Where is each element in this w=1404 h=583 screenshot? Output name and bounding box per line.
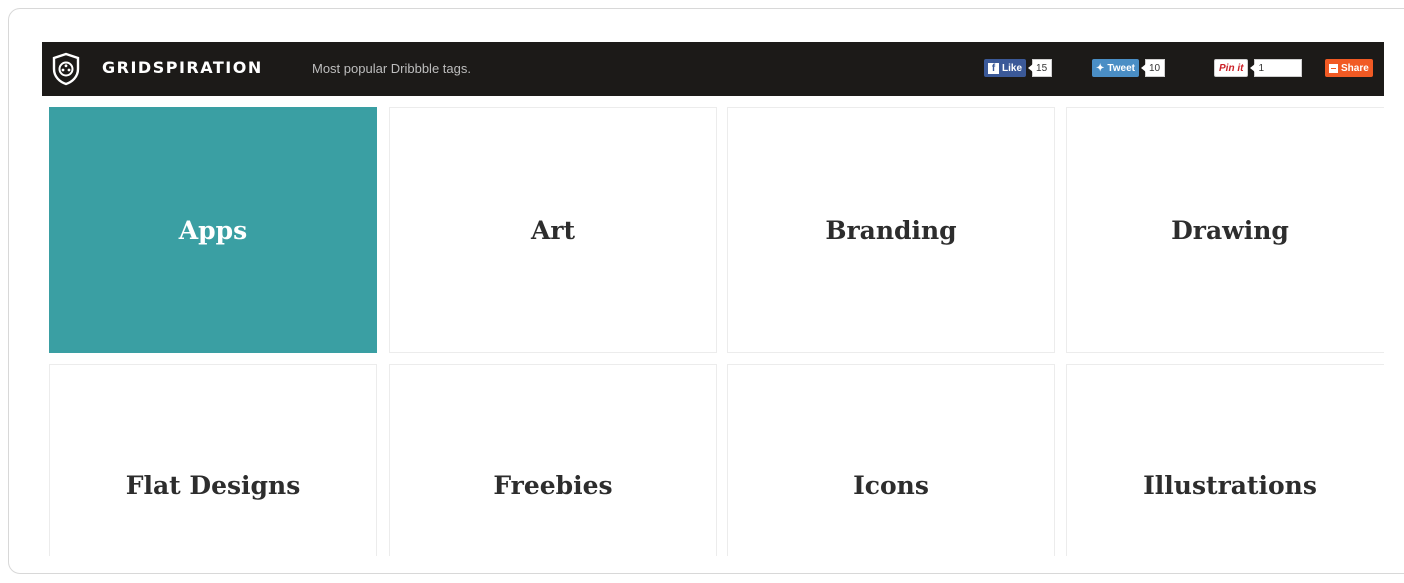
tagline: Most popular Dribbble tags.	[312, 61, 471, 76]
facebook-like-widget[interactable]: f Like 15	[984, 58, 1053, 78]
twitter-bird-icon: ✦	[1096, 62, 1105, 74]
share-button[interactable]: Share	[1325, 59, 1373, 77]
brand-title[interactable]: GRIDSPIRATION	[102, 58, 263, 77]
tag-tile-freebies[interactable]: Freebies	[389, 364, 717, 556]
tag-grid: Apps Art Branding Drawing Flat Designs F…	[42, 96, 1384, 556]
tweet-label: Tweet	[1107, 62, 1135, 74]
tag-tile-art[interactable]: Art	[389, 107, 717, 353]
tag-label: Flat Designs	[125, 471, 301, 500]
tag-label: Drawing	[1171, 215, 1289, 245]
twitter-tweet-widget[interactable]: ✦ Tweet 10	[1092, 58, 1165, 78]
tag-label: Branding	[825, 215, 957, 245]
tag-label: Art	[530, 215, 576, 245]
pin-it-label: Pin it	[1219, 62, 1244, 74]
tag-label: Apps	[178, 215, 248, 245]
share-plus-icon	[1329, 63, 1338, 73]
facebook-like-button[interactable]: f Like	[984, 59, 1027, 77]
shield-logo-icon[interactable]	[51, 52, 81, 86]
pin-it-button[interactable]: Pin it	[1214, 59, 1249, 77]
tag-tile-flat-designs[interactable]: Flat Designs	[49, 364, 377, 556]
tag-tile-drawing[interactable]: Drawing	[1066, 107, 1384, 353]
tag-label: Icons	[853, 471, 929, 500]
top-bar: GRIDSPIRATION Most popular Dribbble tags…	[42, 42, 1384, 96]
share-widget[interactable]: Share	[1325, 58, 1373, 78]
tag-tile-illustrations[interactable]: Illustrations	[1066, 364, 1384, 556]
tag-tile-branding[interactable]: Branding	[727, 107, 1055, 353]
pinterest-widget[interactable]: Pin it 1	[1214, 58, 1303, 78]
tweet-count: 10	[1141, 59, 1165, 77]
facebook-like-count: 15	[1028, 59, 1053, 77]
tag-label: Freebies	[493, 471, 613, 500]
share-label: Share	[1341, 62, 1369, 74]
tag-tile-icons[interactable]: Icons	[727, 364, 1055, 556]
facebook-icon: f	[988, 62, 999, 74]
tag-tile-apps[interactable]: Apps	[49, 107, 377, 353]
facebook-like-label: Like	[1002, 62, 1023, 74]
pin-count: 1	[1250, 59, 1303, 77]
tag-label: Illustrations	[1143, 471, 1317, 500]
tweet-button[interactable]: ✦ Tweet	[1092, 59, 1139, 77]
